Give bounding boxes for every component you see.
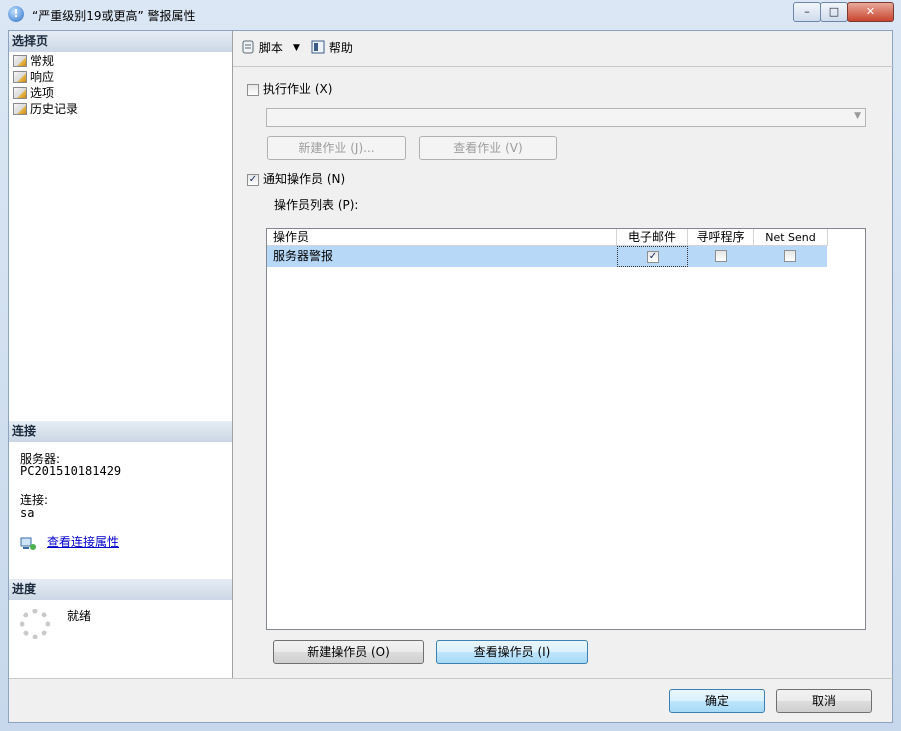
table-row[interactable]: 服务器警报 ✓ [267, 246, 827, 267]
pager-checkbox[interactable] [715, 250, 727, 262]
chevron-down-icon: ▼ [854, 111, 861, 121]
column-header-operator[interactable]: 操作员 [267, 229, 617, 246]
toolbar: 脚本 ▼ 帮助 [233, 31, 894, 67]
title-bar[interactable]: ! “严重级别19或更高” 警报属性 – □ ✕ [0, 0, 901, 28]
select-page-header: 选择页 [9, 31, 232, 52]
sidebar-item-label: 常规 [30, 54, 55, 68]
ok-button[interactable]: 确定 [669, 689, 765, 713]
help-button[interactable]: 帮助 [311, 39, 353, 57]
net-send-checkbox[interactable] [784, 250, 796, 262]
server-value: PC201510181429 [20, 464, 122, 478]
close-button[interactable]: ✕ [847, 2, 894, 22]
page-icon [13, 103, 27, 115]
sidebar-item-general[interactable]: 常规 [13, 53, 54, 69]
minimize-button[interactable]: – [793, 2, 821, 22]
column-header-pager[interactable]: 寻呼程序 [688, 229, 754, 246]
connection-properties-icon [20, 537, 36, 550]
maximize-button[interactable]: □ [820, 2, 848, 22]
script-button[interactable]: 脚本 [241, 39, 283, 57]
email-checkbox[interactable]: ✓ [647, 251, 659, 263]
help-icon [311, 40, 325, 54]
progress-header: 进度 [9, 579, 232, 600]
page-icon [13, 71, 27, 83]
operator-list-label: 操作员列表 (P): [274, 198, 359, 212]
execute-job-checkbox[interactable] [247, 84, 259, 96]
progress-status: 就绪 [67, 609, 92, 623]
dialog-window: ! “严重级别19或更高” 警报属性 – □ ✕ 选择页 常规 响应 选项 历史… [0, 0, 901, 731]
script-icon [242, 40, 254, 54]
job-select[interactable]: ▼ [266, 108, 866, 127]
sidebar-item-label: 选项 [30, 86, 55, 100]
sidebar-item-response[interactable]: 响应 [13, 69, 54, 85]
new-operator-button[interactable]: 新建操作员 (O) [273, 640, 424, 664]
connection-header: 连接 [9, 421, 232, 442]
script-label: 脚本 [258, 41, 283, 55]
sidebar-item-history[interactable]: 历史记录 [13, 101, 78, 117]
sidebar-item-label: 历史记录 [30, 102, 79, 116]
main-panel: 脚本 ▼ 帮助 执行作业 (X) ▼ 新建作业 (J)... 查看作业 (V) … [233, 31, 894, 678]
help-label: 帮助 [328, 41, 353, 55]
notify-operators-checkbox[interactable]: ✓ [247, 174, 259, 186]
window-title: “严重级别19或更高” 警报属性 [32, 9, 196, 23]
info-icon: ! [8, 6, 24, 22]
connection-value: sa [20, 506, 35, 520]
page-icon [13, 87, 27, 99]
cancel-button[interactable]: 取消 [776, 689, 872, 713]
operator-name-cell: 服务器警报 [273, 249, 334, 263]
operator-grid[interactable]: 操作员 电子邮件 寻呼程序 Net Send 服务器警报 ✓ [266, 228, 866, 630]
sidebar-item-label: 响应 [30, 70, 55, 84]
net-send-cell[interactable] [754, 246, 827, 267]
view-operator-button[interactable]: 查看操作员 (I) [436, 640, 588, 664]
dialog-client-area: 选择页 常规 响应 选项 历史记录 连接 服务器: PC201510181429… [8, 30, 894, 723]
footer-divider [9, 678, 894, 679]
execute-job-label: 执行作业 (X) [263, 82, 333, 96]
view-job-button[interactable]: 查看作业 (V) [419, 136, 557, 160]
script-dropdown-chevron-down-icon[interactable]: ▼ [293, 39, 300, 57]
new-job-button[interactable]: 新建作业 (J)... [267, 136, 406, 160]
page-icon [13, 55, 27, 67]
column-header-net-send[interactable]: Net Send [754, 229, 828, 246]
column-header-email[interactable]: 电子邮件 [617, 229, 688, 246]
notify-operators-label: 通知操作员 (N) [263, 172, 346, 186]
left-panel: 选择页 常规 响应 选项 历史记录 连接 服务器: PC201510181429… [9, 31, 233, 678]
pager-cell[interactable] [688, 246, 754, 267]
sidebar-item-options[interactable]: 选项 [13, 85, 54, 101]
view-connection-properties-link[interactable]: 查看连接属性 [47, 534, 119, 550]
email-cell[interactable]: ✓ [617, 246, 688, 267]
progress-spinner-icon [20, 609, 50, 639]
